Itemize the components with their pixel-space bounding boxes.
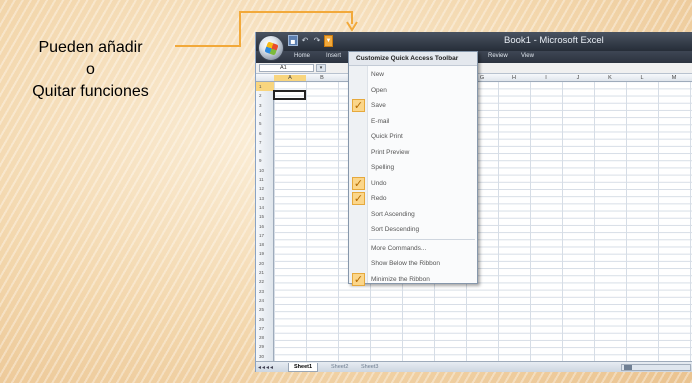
- menu-item[interactable]: Spelling: [349, 160, 477, 176]
- menu-item[interactable]: Sort Descending: [349, 222, 477, 238]
- menu-item[interactable]: Sort Ascending: [349, 207, 477, 223]
- customize-qat-menu: Customize Quick Access Toolbar New Open ✓ S…: [348, 51, 478, 286]
- menu-item-label: E-mail: [371, 117, 390, 125]
- row-header[interactable]: 20: [256, 259, 274, 268]
- menu-item-label: Open: [371, 86, 387, 94]
- row-header[interactable]: 27: [256, 324, 274, 333]
- checkmark-icon: ✓: [352, 176, 365, 190]
- menu-item-label: Quick Print: [371, 133, 403, 140]
- menu-item-label: Sort Descending: [371, 226, 420, 233]
- sheet-nav-arrows-icon[interactable]: ◂◂◂◂: [258, 364, 274, 371]
- column-header[interactable]: H: [498, 75, 530, 81]
- customize-qat-dropdown-button[interactable]: ▼: [324, 35, 333, 47]
- menu-item[interactable]: E-mail: [349, 114, 477, 130]
- formula-dropdown-button[interactable]: ▾: [316, 64, 326, 72]
- quick-access-toolbar: ▪ ↶ ↷ ▼: [288, 35, 333, 48]
- menu-item[interactable]: Open: [349, 83, 477, 99]
- menu-item-label: More Commands...: [371, 244, 427, 252]
- menu-item-label: Spelling: [371, 164, 395, 171]
- tab-review[interactable]: Review: [488, 53, 508, 59]
- checkmark-icon: ✓: [352, 192, 365, 205]
- tab-insert[interactable]: Insert: [326, 53, 341, 59]
- menu-item[interactable]: More Commands...: [349, 241, 477, 257]
- row-header[interactable]: 4: [256, 110, 274, 119]
- row-headers: 1 2 3 4 5 6 7 8 9 10 11 12 13 14 15 16 17 18 19 20 21 22 23 24 2…: [256, 82, 274, 361]
- column-header[interactable]: J: [562, 75, 594, 81]
- menu-item-label: Save: [371, 102, 386, 109]
- window-title: Book1 - Microsoft Excel: [504, 35, 604, 46]
- menu-item-label: Minimize the Ribbon: [371, 275, 430, 283]
- office-button[interactable]: [258, 35, 284, 61]
- column-header[interactable]: M: [658, 75, 690, 81]
- sheet-tab-1[interactable]: Sheet1: [288, 363, 319, 372]
- column-header[interactable]: K: [594, 75, 626, 81]
- row-header[interactable]: 9: [256, 156, 274, 165]
- menu-item[interactable]: Show Below the Ribbon: [349, 256, 477, 272]
- row-header[interactable]: 2: [256, 91, 274, 100]
- redo-icon[interactable]: ↷: [312, 35, 322, 46]
- tab-view[interactable]: View: [521, 53, 534, 59]
- row-header[interactable]: 16: [256, 222, 274, 231]
- checkmark-icon: ✓: [352, 272, 365, 286]
- menu-item[interactable]: Quick Print: [349, 129, 477, 145]
- row-header[interactable]: 8: [256, 147, 274, 156]
- row-header[interactable]: 26: [256, 315, 274, 324]
- menu-item-label: Sort Ascending: [371, 210, 415, 218]
- menu-item-label: Print Preview: [371, 148, 410, 156]
- row-header[interactable]: 29: [256, 342, 274, 351]
- row-header[interactable]: 14: [256, 203, 274, 212]
- row-header[interactable]: 1: [256, 82, 274, 91]
- row-header[interactable]: 7: [256, 138, 274, 147]
- menu-item[interactable]: ✓ Redo: [349, 191, 477, 207]
- row-header[interactable]: 25: [256, 305, 274, 314]
- menu-item[interactable]: New: [349, 67, 477, 83]
- scrollbar-thumb[interactable]: [624, 365, 632, 370]
- row-header[interactable]: 28: [256, 333, 274, 342]
- sheet-tab-2[interactable]: Sheet2: [326, 363, 353, 372]
- sheet-tab-bar: ◂◂◂◂ Sheet1 Sheet2 Sheet3: [256, 361, 692, 372]
- menu-item[interactable]: ✓ Minimize the Ribbon: [349, 272, 477, 288]
- save-icon[interactable]: ▪: [288, 35, 298, 46]
- row-header[interactable]: 15: [256, 212, 274, 221]
- column-header[interactable]: L: [626, 75, 658, 81]
- row-header[interactable]: 18: [256, 240, 274, 249]
- row-header[interactable]: 3: [256, 101, 274, 110]
- menu-item-label: Undo: [371, 179, 387, 187]
- checkmark-icon: ✓: [352, 99, 365, 112]
- menu-item[interactable]: ✓ Save: [349, 98, 477, 114]
- undo-icon[interactable]: ↶: [300, 35, 310, 46]
- row-header[interactable]: 6: [256, 129, 274, 138]
- row-header[interactable]: 13: [256, 194, 274, 203]
- menu-header: Customize Quick Access Toolbar: [349, 52, 477, 66]
- menu-item[interactable]: Print Preview: [349, 145, 477, 161]
- row-header[interactable]: 5: [256, 119, 274, 128]
- row-header[interactable]: 17: [256, 231, 274, 240]
- menu-separator: [369, 238, 475, 240]
- menu-item-label: Redo: [371, 195, 387, 202]
- row-header[interactable]: 11: [256, 175, 274, 184]
- row-header[interactable]: 30: [256, 352, 274, 361]
- column-header[interactable]: I: [530, 75, 562, 81]
- sheet-tab-3[interactable]: Sheet3: [356, 363, 383, 372]
- menu-item-label: New: [371, 71, 385, 78]
- row-header[interactable]: 19: [256, 249, 274, 258]
- column-header[interactable]: B: [306, 75, 338, 81]
- row-header[interactable]: 22: [256, 277, 274, 286]
- selected-cell[interactable]: [273, 90, 306, 100]
- column-header[interactable]: A: [274, 75, 306, 81]
- row-header[interactable]: 23: [256, 287, 274, 296]
- menu-item-label: Show Below the Ribbon: [371, 260, 441, 267]
- row-header[interactable]: 21: [256, 268, 274, 277]
- row-header[interactable]: 10: [256, 166, 274, 175]
- name-box[interactable]: A1: [259, 64, 314, 72]
- menu-item[interactable]: ✓ Undo: [349, 176, 477, 192]
- horizontal-scrollbar[interactable]: [621, 364, 691, 371]
- title-bar: ▪ ↶ ↷ ▼ Book1 - Microsoft Excel: [256, 32, 692, 51]
- row-header[interactable]: 24: [256, 296, 274, 305]
- row-header[interactable]: 12: [256, 184, 274, 193]
- tab-home[interactable]: Home: [294, 53, 310, 59]
